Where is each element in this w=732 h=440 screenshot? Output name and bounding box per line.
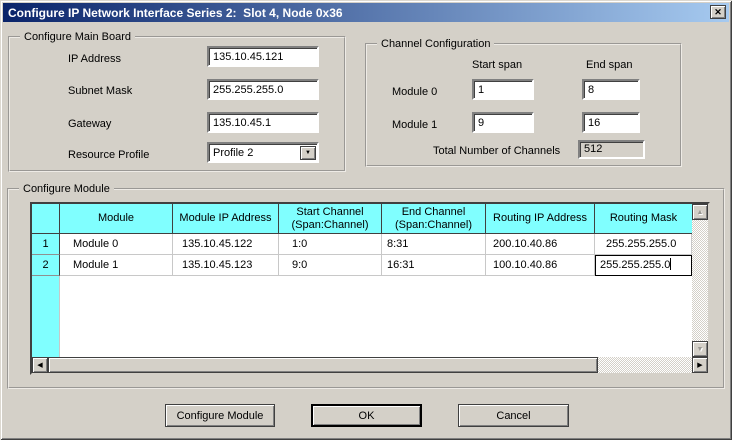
main-board-legend: Configure Main Board	[20, 30, 135, 44]
header-module-ip: Module IP Address	[173, 204, 279, 234]
row2-end-channel-cell[interactable]: 16:31	[382, 255, 486, 276]
ip-address-field[interactable]	[207, 46, 319, 67]
ok-button[interactable]: OK	[311, 404, 422, 427]
row2-routing-mask-cell-editing[interactable]: 255.255.255.0	[595, 255, 692, 276]
resource-profile-dropdown-button[interactable]: ▼	[300, 146, 316, 160]
module1-start-span-field[interactable]	[472, 112, 534, 133]
ip-address-label: IP Address	[68, 52, 121, 66]
chevron-down-icon: ▼	[305, 150, 311, 156]
close-icon: ✕	[714, 8, 722, 17]
scroll-right-icon: ▶	[697, 362, 702, 369]
dialog-window: Configure IP Network Interface Series 2:…	[0, 0, 732, 440]
end-span-header: End span	[586, 58, 632, 72]
cancel-button[interactable]: Cancel	[458, 404, 569, 427]
scroll-up-button[interactable]: ▲	[692, 204, 708, 220]
row2-number-cell[interactable]: 2	[32, 255, 60, 276]
row1-end-channel-cell[interactable]: 8:31	[382, 234, 486, 255]
scroll-left-icon: ◀	[37, 362, 42, 369]
module1-end-span-field[interactable]	[582, 112, 640, 133]
subnet-mask-field[interactable]	[207, 79, 319, 100]
gateway-label: Gateway	[68, 117, 111, 131]
scroll-down-button[interactable]: ▼	[692, 341, 708, 357]
subnet-mask-label: Subnet Mask	[68, 84, 132, 98]
table-row: 1 Module 0 135.10.45.122 1:0 8:31 200.10…	[32, 234, 692, 255]
configure-module-button[interactable]: Configure Module	[165, 404, 275, 427]
start-span-header: Start span	[472, 58, 522, 72]
main-board-group: Configure Main Board IP Address Subnet M…	[8, 36, 346, 172]
configure-module-legend: Configure Module	[19, 182, 114, 196]
vertical-scrollbar-track[interactable]	[692, 220, 708, 341]
header-module: Module	[60, 204, 173, 234]
header-routing-ip: Routing IP Address	[486, 204, 595, 234]
channel-config-legend: Channel Configuration	[377, 37, 494, 51]
module0-start-span-field[interactable]	[472, 79, 534, 100]
row1-module-ip-cell[interactable]: 135.10.45.122	[173, 234, 279, 255]
horizontal-scrollbar[interactable]: ◀ ▶	[32, 357, 708, 373]
table-header-row: Module Module IP Address Start Channel (…	[32, 204, 692, 234]
header-end-channel: End Channel (Span:Channel)	[382, 204, 486, 234]
row1-routing-ip-cell[interactable]: 200.10.40.86	[486, 234, 595, 255]
table-row: 2 Module 1 135.10.45.123 9:0 16:31 100.1…	[32, 255, 692, 276]
row1-module-cell[interactable]: Module 0	[60, 234, 173, 255]
horizontal-scrollbar-track[interactable]	[598, 357, 692, 373]
horizontal-scrollbar-thumb[interactable]	[48, 357, 598, 373]
scroll-right-button[interactable]: ▶	[692, 357, 708, 373]
module0-end-span-field[interactable]	[582, 79, 640, 100]
scroll-up-icon: ▲	[697, 209, 704, 216]
text-caret	[670, 258, 671, 270]
configure-module-group: Configure Module Module Module IP Addres…	[7, 188, 725, 389]
row2-module-ip-cell[interactable]: 135.10.45.123	[173, 255, 279, 276]
row1-start-channel-cell[interactable]: 1:0	[279, 234, 382, 255]
scroll-left-button[interactable]: ◀	[32, 357, 48, 373]
row2-module-cell[interactable]: Module 1	[60, 255, 173, 276]
total-channels-value: 512	[578, 140, 645, 159]
row1-number-cell[interactable]: 1	[32, 234, 60, 255]
header-routing-mask: Routing Mask	[595, 204, 692, 234]
window-title: Configure IP Network Interface Series 2:…	[8, 6, 343, 20]
total-channels-label: Total Number of Channels	[433, 144, 560, 158]
vertical-scrollbar[interactable]: ▲ ▼	[692, 204, 708, 357]
module1-label: Module 1	[392, 118, 437, 132]
resource-profile-label: Resource Profile	[68, 148, 149, 162]
row1-routing-mask-cell[interactable]: 255.255.255.0	[595, 234, 692, 255]
header-start-channel: Start Channel (Span:Channel)	[279, 204, 382, 234]
row-header-column-filler	[32, 276, 60, 357]
channel-config-group: Channel Configuration Start span End spa…	[365, 43, 682, 167]
row2-start-channel-cell[interactable]: 9:0	[279, 255, 382, 276]
resource-profile-dropdown[interactable]: Profile 2 ▼	[207, 142, 319, 163]
resource-profile-value: Profile 2	[209, 147, 300, 159]
row2-routing-ip-cell[interactable]: 100.10.40.86	[486, 255, 595, 276]
close-button[interactable]: ✕	[710, 5, 726, 19]
scroll-down-icon: ▼	[697, 346, 704, 353]
gateway-field[interactable]	[207, 112, 319, 133]
title-bar[interactable]: Configure IP Network Interface Series 2:…	[3, 3, 729, 22]
module0-label: Module 0	[392, 85, 437, 99]
module-table: Module Module IP Address Start Channel (…	[30, 202, 710, 375]
header-corner-cell	[32, 204, 60, 234]
